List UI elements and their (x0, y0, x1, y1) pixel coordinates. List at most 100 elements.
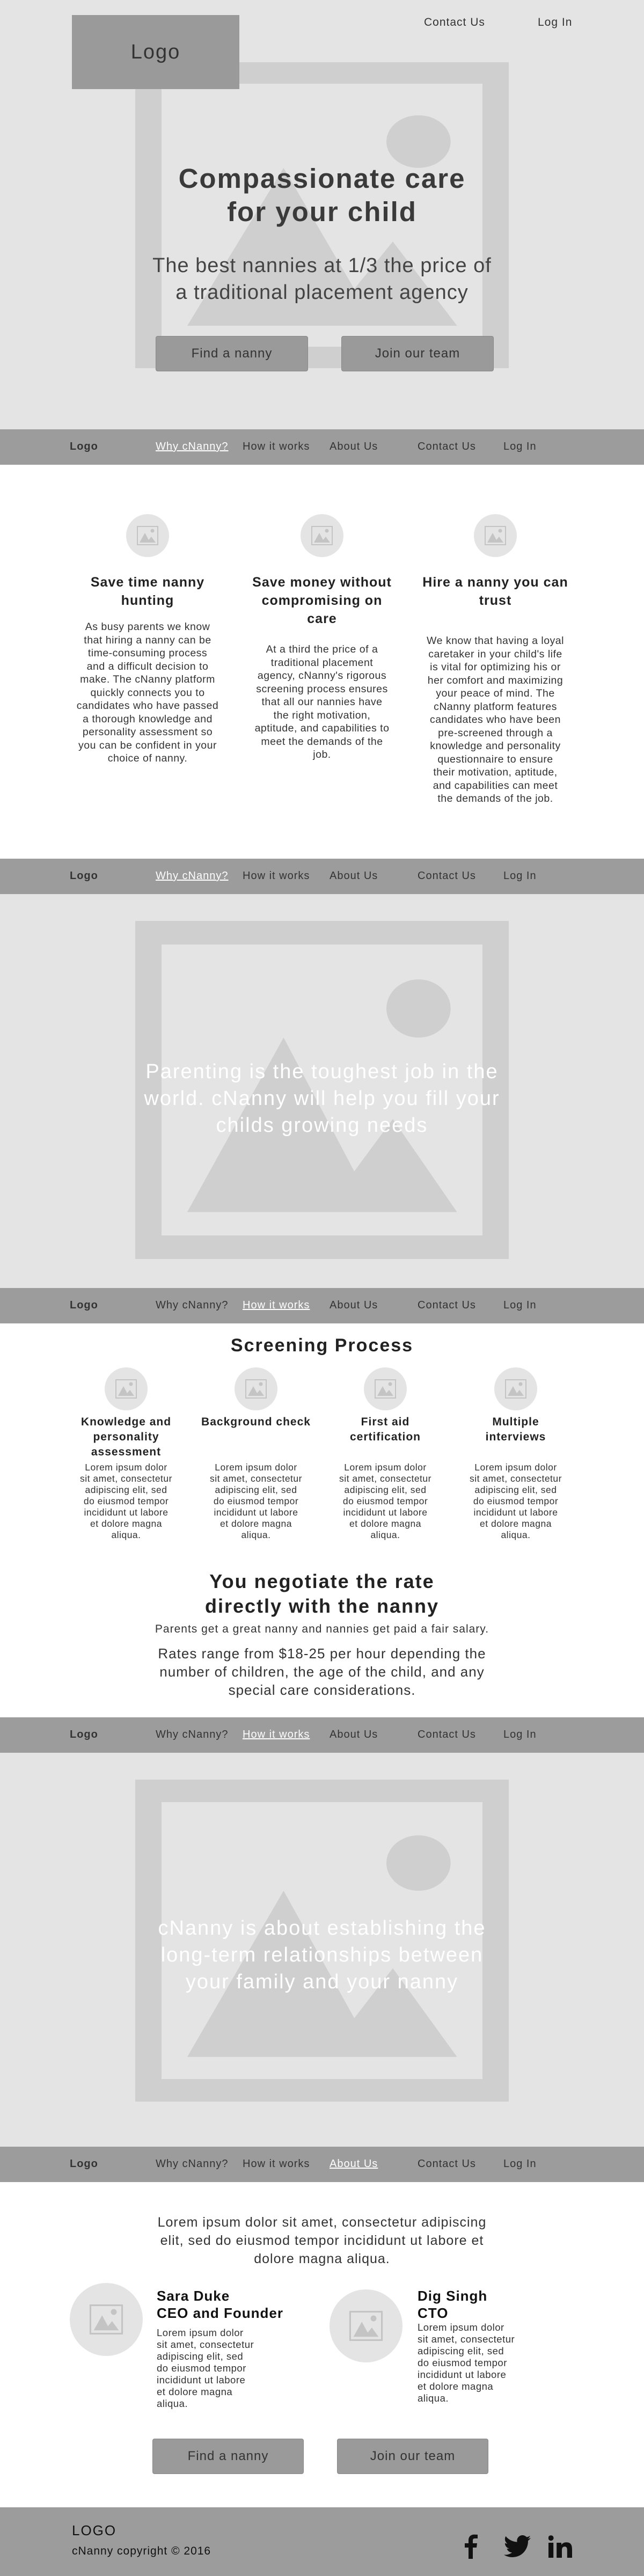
nav-how[interactable]: How it works (243, 1299, 310, 1312)
title-line: compromising on (261, 593, 383, 608)
rates-text: Rates range from $18-25 per hour dependi… (107, 1644, 537, 1699)
text-line: sit amet, consectetur (470, 1473, 562, 1484)
text-line: do eiusmod tempor (342, 1496, 428, 1506)
top-contact-link[interactable]: Contact Us (424, 16, 485, 29)
text-line: knowledge and personality (430, 740, 561, 752)
nav-how[interactable]: How it works (243, 1729, 310, 1741)
nav-why[interactable]: Why cNanny? (156, 441, 229, 453)
text-line: Lorem ipsum dolor (418, 2322, 504, 2333)
nav-about[interactable]: About Us (330, 2158, 378, 2170)
text-line: their motivation, aptitude, (433, 766, 558, 778)
banner-line: cNanny is about establishing the (158, 1917, 486, 1940)
screening-icon (105, 1367, 148, 1410)
about-find-nanny-button[interactable]: Find a nanny (152, 2439, 304, 2474)
nav-contact[interactable]: Contact Us (418, 1299, 476, 1312)
person-bio: Lorem ipsum dolor sit amet, consectetur … (157, 2327, 275, 2410)
facebook-icon[interactable] (464, 2534, 478, 2559)
footer-copyright: cNanny copyright © 2016 (72, 2545, 211, 2557)
screening-step-text: Lorem ipsum dolor sit amet, consectetur … (324, 1462, 447, 1541)
text-line: personality assessment so (82, 726, 213, 738)
text-line: her comfort and maximizing (427, 674, 564, 686)
hero-subtitle-line: The best nannies at 1/3 the price of (152, 254, 492, 277)
nav-contact[interactable]: Contact Us (418, 1729, 476, 1741)
nav-about[interactable]: About Us (330, 1299, 378, 1312)
text-line: your peace of mind. The (436, 687, 555, 699)
banner-section: cNanny is about establishing the long-te… (0, 1753, 644, 2147)
nav-why[interactable]: Why cNanny? (156, 2158, 229, 2170)
title-line: certification (349, 1431, 421, 1443)
text-line: quickly connects you to (90, 686, 205, 699)
twitter-icon[interactable] (503, 2535, 531, 2558)
title-line: Hire a nanny you can (422, 575, 568, 590)
nav-how[interactable]: How it works (243, 870, 310, 882)
text-line: aliqua. (370, 1529, 400, 1540)
nav-login[interactable]: Log In (503, 2158, 537, 2170)
text-line: do eiusmod tempor (473, 1496, 559, 1506)
nav-contact[interactable]: Contact Us (418, 2158, 476, 2170)
text-line: Lorem ipsum dolor (344, 1462, 427, 1473)
text-line: As busy parents we know (85, 621, 210, 633)
nav-why[interactable]: Why cNanny? (156, 1299, 229, 1312)
text-line: a thorough knowledge and (83, 713, 213, 725)
nav-login[interactable]: Log In (503, 870, 537, 882)
screening-step-title: Background check (192, 1415, 320, 1430)
nav-about[interactable]: About Us (330, 1729, 378, 1741)
text-line: We know that having a loyal (427, 635, 564, 647)
text-line: sit amet, consectetur (339, 1473, 431, 1484)
nav-about[interactable]: About Us (330, 870, 378, 882)
nav-how[interactable]: How it works (243, 2158, 310, 2170)
benefit-title: Save money without compromising on care (236, 573, 408, 628)
title-line: First aid (361, 1416, 410, 1428)
text-line: aliqua. (111, 1529, 141, 1540)
hero-logo[interactable]: Logo (72, 15, 239, 89)
avatar (70, 2283, 143, 2356)
avatar (330, 2289, 402, 2362)
nav-why[interactable]: Why cNanny? (156, 870, 229, 882)
image-placeholder-icon (349, 2311, 383, 2341)
nav-contact[interactable]: Contact Us (418, 441, 476, 453)
benefit-icon (474, 514, 517, 557)
text-line: dolore magna aliqua. (254, 2251, 390, 2266)
text-line: do eiusmod tempor (83, 1496, 169, 1506)
about-join-team-button[interactable]: Join our team (337, 2439, 488, 2474)
nav-why[interactable]: Why cNanny? (156, 1729, 229, 1741)
hero-title-line: Compassionate care (178, 163, 466, 194)
text-line: special care considerations. (228, 1682, 416, 1698)
navbar-logo[interactable]: Logo (70, 1729, 98, 1741)
nav-how[interactable]: How it works (243, 441, 310, 453)
heading-line: You negotiate the rate (209, 1570, 435, 1592)
benefit-text: As busy parents we know that hiring a na… (62, 620, 233, 765)
screening-icon (494, 1367, 537, 1410)
negotiate-line: Parents get a great nanny and nannies ge… (155, 1623, 489, 1635)
hero-subtitle-line: a traditional placement agency (175, 281, 469, 304)
text-line: adipiscing elit, sed (344, 1484, 427, 1495)
navbar: Logo Why cNanny? How it works About Us C… (0, 859, 644, 894)
hero-join-team-button[interactable]: Join our team (341, 336, 494, 371)
banner-section: Parenting is the toughest job in the wor… (0, 894, 644, 1288)
hero-subtitle: The best nannies at 1/3 the price of a t… (0, 252, 644, 306)
screening-step-title: First aid certification (326, 1415, 444, 1445)
linkedin-icon[interactable] (548, 2535, 572, 2558)
text-line: Rates range from $18-25 per hour dependi… (158, 1645, 486, 1662)
heading-line: directly with the nanny (204, 1595, 440, 1617)
nav-login[interactable]: Log In (503, 1299, 537, 1312)
nav-contact[interactable]: Contact Us (418, 870, 476, 882)
navbar-logo[interactable]: Logo (70, 2158, 98, 2170)
nav-login[interactable]: Log In (503, 441, 537, 453)
navbar-logo[interactable]: Logo (70, 870, 98, 882)
top-login-link[interactable]: Log In (538, 16, 572, 29)
title-line: Knowledge and (80, 1416, 172, 1428)
nav-about[interactable]: About Us (330, 441, 378, 453)
nav-login[interactable]: Log In (503, 1729, 537, 1741)
benefit-text: We know that having a loyal caretaker in… (409, 634, 581, 806)
hero-find-nanny-button[interactable]: Find a nanny (156, 336, 308, 371)
navbar-logo[interactable]: Logo (70, 1299, 98, 1312)
text-line: candidates who have passed (76, 700, 219, 712)
text-line: et dolore magna (90, 1518, 162, 1529)
text-line: candidates who have been (429, 714, 561, 726)
image-placeholder-icon (311, 526, 333, 545)
footer-logo[interactable]: LOGO (72, 2522, 116, 2539)
title-line: hunting (121, 593, 174, 608)
navbar-logo[interactable]: Logo (70, 441, 98, 453)
role-line: CTO (418, 2305, 449, 2321)
